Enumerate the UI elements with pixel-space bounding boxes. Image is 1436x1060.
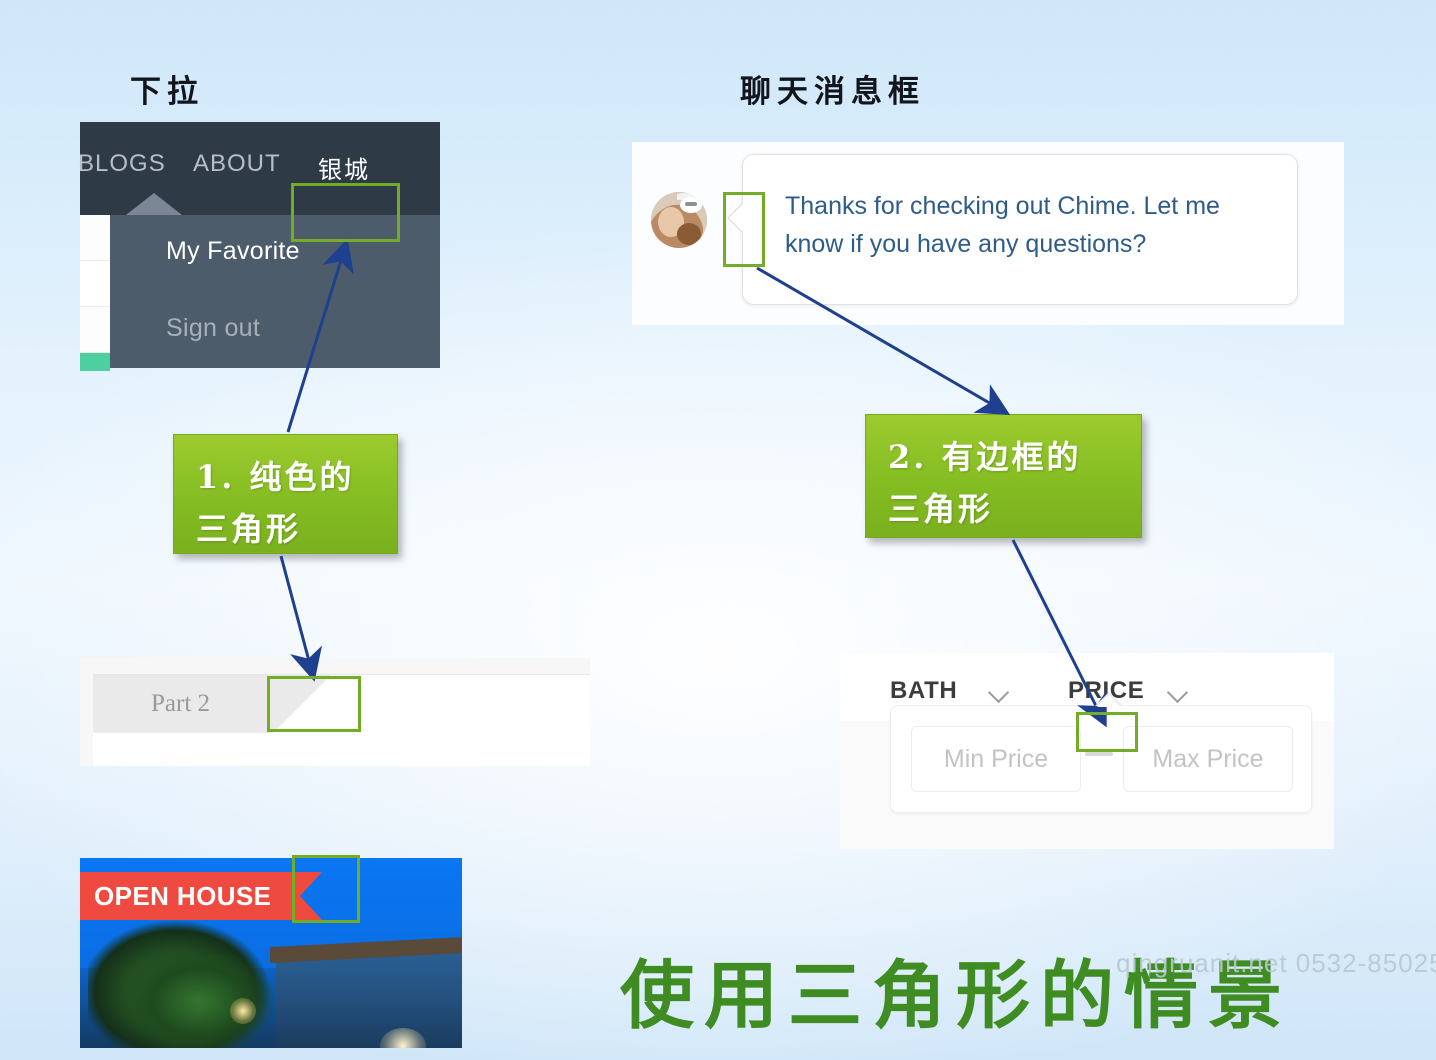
watermark: qingruanit.net 0532-85025005 [1116, 948, 1436, 978]
nav-link-about[interactable]: ABOUT [193, 150, 281, 178]
callout-solid-triangle: 1. 纯色的 三角形 [173, 434, 398, 554]
chat-bubble: Thanks for checking out Chime. Let me kn… [727, 154, 1298, 305]
chat-message-text: Thanks for checking out Chime. Let me kn… [785, 192, 1220, 258]
nav-link-blogs[interactable]: BLOGS [78, 150, 166, 178]
callout-line-1: 1. 纯色的 [196, 458, 355, 496]
chat-message-mock: Thanks for checking out Chime. Let me kn… [632, 142, 1344, 325]
photo-house [276, 952, 462, 1048]
strip-row [80, 261, 110, 307]
highlight-box-navbar-caret [291, 183, 400, 242]
highlight-box-ribbon-notch [292, 855, 360, 923]
menu-item-sign-out[interactable]: Sign out [166, 314, 260, 343]
nav-link-yincheng[interactable]: 银城 [318, 150, 370, 185]
highlight-box-price-caret [1076, 712, 1138, 752]
chevron-down-icon[interactable] [987, 681, 1010, 704]
range-separator [1085, 752, 1113, 756]
callout-bordered-triangle: 2. 有边框的 三角形 [865, 414, 1142, 538]
photo-light-glow [230, 998, 256, 1024]
open-house-photo-mock: OPEN HOUSE [80, 858, 462, 1048]
navbar-dropdown-mock: BLOGS ABOUT 银城 My Favorite Sign out [78, 122, 440, 371]
caret-up-solid-icon [126, 193, 182, 215]
tab-label: Part 2 [151, 690, 211, 717]
strip-row-accent [80, 353, 110, 371]
callout-line-2: 三角形 [196, 510, 302, 548]
filter-bath-label[interactable]: BATH [890, 677, 957, 705]
chevron-down-icon[interactable] [1166, 681, 1189, 704]
highlight-box-tab-slant [267, 676, 361, 732]
strip-row [80, 215, 110, 261]
menu-item-my-favorite[interactable]: My Favorite [166, 237, 300, 266]
caret-up-outlined-icon [1097, 695, 1121, 707]
dropdown-section-caption: 下拉 [130, 74, 204, 110]
avatar [651, 192, 707, 248]
ribbon-label: OPEN HOUSE [94, 881, 272, 911]
strip-row [80, 307, 110, 353]
callout-line-2: 三角形 [888, 490, 994, 528]
min-price-input[interactable]: Min Price [911, 726, 1081, 792]
max-price-input[interactable]: Max Price [1123, 726, 1293, 792]
nav-side-strip [80, 215, 111, 371]
chat-section-caption: 聊天消息框 [740, 74, 925, 110]
callout-line-1: 2. 有边框的 [888, 438, 1082, 476]
triangle-left-outlined-icon [729, 203, 744, 233]
